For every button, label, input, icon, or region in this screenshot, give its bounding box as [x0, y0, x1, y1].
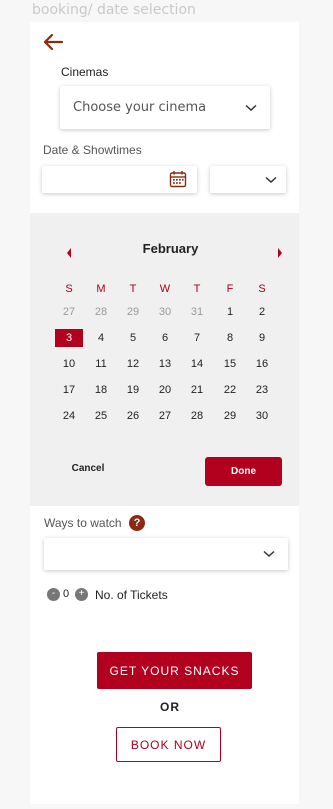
calendar-month: February — [142, 241, 199, 256]
chevron-down-icon — [265, 176, 277, 184]
weekday-header: M — [96, 283, 106, 295]
get-snacks-button[interactable]: GET YOUR SNACKS — [97, 652, 252, 689]
weekday-header: W — [159, 283, 171, 295]
weekday-header: S — [258, 283, 266, 295]
calendar-icon[interactable] — [169, 170, 187, 188]
calendar-day[interactable]: 19 — [119, 381, 147, 399]
calendar-day[interactable]: 23 — [248, 381, 276, 399]
calendar-day[interactable]: 20 — [151, 381, 179, 399]
calendar-day[interactable]: 22 — [216, 381, 244, 399]
calendar-day-selected[interactable]: 3 — [55, 329, 83, 347]
ticket-decrement-button[interactable]: - — [47, 588, 60, 601]
chevron-right-icon[interactable] — [275, 246, 285, 260]
cinemas-label: Cinemas — [61, 65, 109, 79]
ways-to-watch-select[interactable] — [44, 538, 288, 570]
or-divider: OR — [160, 700, 180, 714]
weekday-header: F — [226, 283, 234, 295]
calendar-day[interactable]: 21 — [183, 381, 211, 399]
cancel-button[interactable]: Cancel — [66, 463, 110, 479]
calendar-day[interactable]: 26 — [119, 407, 147, 425]
ticket-increment-button[interactable]: + — [75, 588, 88, 601]
calendar-panel: February S M T W T F S 27 28 29 30 31 1 2 3 4 5 6 7 8 9 10 11 1… — [30, 213, 299, 506]
calendar-day[interactable]: 28 — [87, 303, 115, 321]
calendar-day[interactable]: 12 — [119, 355, 147, 373]
arrow-left-icon — [43, 33, 64, 51]
date-showtimes-label: Date & Showtimes — [43, 143, 142, 157]
calendar-day[interactable]: 27 — [55, 303, 83, 321]
weekday-header: S — [65, 283, 73, 295]
calendar-day[interactable]: 29 — [119, 303, 147, 321]
help-icon[interactable]: ? — [129, 515, 145, 531]
ticket-count: 0 — [63, 588, 70, 600]
cinema-select-placeholder: Choose your cinema — [73, 100, 207, 115]
book-now-button[interactable]: BOOK NOW — [116, 727, 221, 762]
calendar-day[interactable]: 5 — [119, 329, 147, 347]
calendar-day[interactable]: 10 — [55, 355, 83, 373]
calendar-day[interactable]: 28 — [183, 407, 211, 425]
calendar-day[interactable]: 16 — [248, 355, 276, 373]
tickets-label: No. of Tickets — [95, 588, 168, 602]
calendar-day[interactable]: 27 — [151, 407, 179, 425]
calendar-day[interactable]: 1 — [216, 303, 244, 321]
calendar-day[interactable]: 29 — [216, 407, 244, 425]
chevron-down-icon — [263, 550, 275, 558]
date-input[interactable] — [42, 166, 197, 193]
calendar-day[interactable]: 31 — [183, 303, 211, 321]
calendar-day[interactable]: 7 — [183, 329, 211, 347]
calendar-day[interactable]: 24 — [55, 407, 83, 425]
calendar-day[interactable]: 8 — [216, 329, 244, 347]
calendar-day[interactable]: 18 — [87, 381, 115, 399]
showtime-select[interactable] — [210, 166, 286, 193]
calendar-day[interactable]: 6 — [151, 329, 179, 347]
calendar-day[interactable]: 25 — [87, 407, 115, 425]
ways-to-watch-label: Ways to watch — [44, 516, 122, 530]
calendar-day[interactable]: 13 — [151, 355, 179, 373]
calendar-day[interactable]: 4 — [87, 329, 115, 347]
calendar-day[interactable]: 30 — [248, 407, 276, 425]
cinema-select[interactable]: Choose your cinema — [60, 86, 270, 129]
page-caption: booking/ date selection — [32, 2, 196, 18]
back-button[interactable] — [41, 30, 65, 54]
calendar-day[interactable]: 17 — [55, 381, 83, 399]
weekday-header: T — [193, 283, 201, 295]
calendar-day[interactable]: 15 — [216, 355, 244, 373]
calendar-day[interactable]: 30 — [151, 303, 179, 321]
calendar-day[interactable]: 9 — [248, 329, 276, 347]
weekday-header: T — [129, 283, 137, 295]
calendar-day[interactable]: 14 — [183, 355, 211, 373]
chevron-down-icon — [245, 104, 257, 111]
calendar-day[interactable]: 11 — [87, 355, 115, 373]
calendar-day[interactable]: 2 — [248, 303, 276, 321]
done-button[interactable]: Done — [205, 457, 282, 486]
